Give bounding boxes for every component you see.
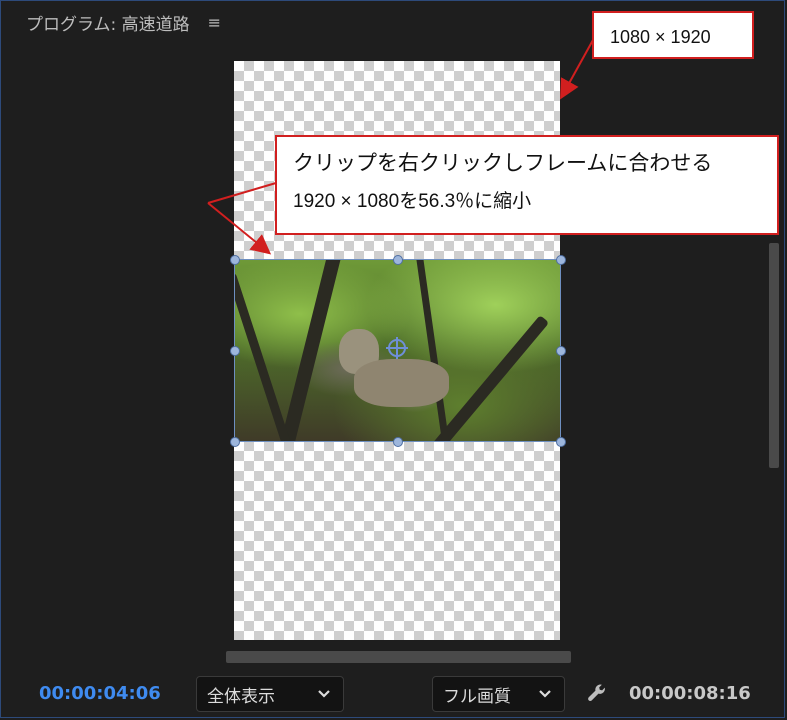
instruction-line-2: 1920 × 1080を56.3％に縮小 <box>293 191 532 212</box>
transform-handle-top[interactable] <box>393 255 403 265</box>
panel-header: プログラム: 高速道路 ≡ <box>26 10 221 35</box>
transform-handle-top-left[interactable] <box>230 255 240 265</box>
transform-handle-bottom-right[interactable] <box>556 437 566 447</box>
transform-handle-right[interactable] <box>556 346 566 356</box>
instruction-line-1: クリップを右クリックしフレームに合わせる <box>293 152 713 175</box>
current-timecode[interactable]: 00:00:04:06 <box>39 683 161 704</box>
frame-size-callout: 1080 × 1920 <box>592 11 754 59</box>
instruction-callout: クリップを右クリックしフレームに合わせる 1920 × 1080を56.3％に縮… <box>275 135 779 235</box>
panel-title[interactable]: プログラム: 高速道路 <box>26 10 190 35</box>
chevron-down-icon <box>539 690 551 698</box>
playback-quality-select[interactable]: フル画質 <box>432 676 565 712</box>
anchor-point-icon[interactable] <box>386 337 408 359</box>
hamburger-menu-icon[interactable]: ≡ <box>208 13 221 32</box>
wrench-icon[interactable] <box>586 682 608 704</box>
transform-handle-bottom-left[interactable] <box>230 437 240 447</box>
transform-handle-left[interactable] <box>230 346 240 356</box>
playback-quality-value: フル画質 <box>443 686 511 707</box>
horizontal-scrollbar[interactable] <box>226 651 571 663</box>
duration-timecode: 00:00:08:16 <box>629 683 751 704</box>
zoom-level-select[interactable]: 全体表示 <box>196 676 344 712</box>
transform-handle-top-right[interactable] <box>556 255 566 265</box>
chevron-down-icon <box>318 690 330 698</box>
transform-handle-bottom[interactable] <box>393 437 403 447</box>
zoom-level-value: 全体表示 <box>207 686 275 707</box>
vertical-scrollbar[interactable] <box>769 243 779 468</box>
arrow-to-canvas <box>560 39 594 100</box>
frame-size-text: 1080 × 1920 <box>610 27 711 47</box>
